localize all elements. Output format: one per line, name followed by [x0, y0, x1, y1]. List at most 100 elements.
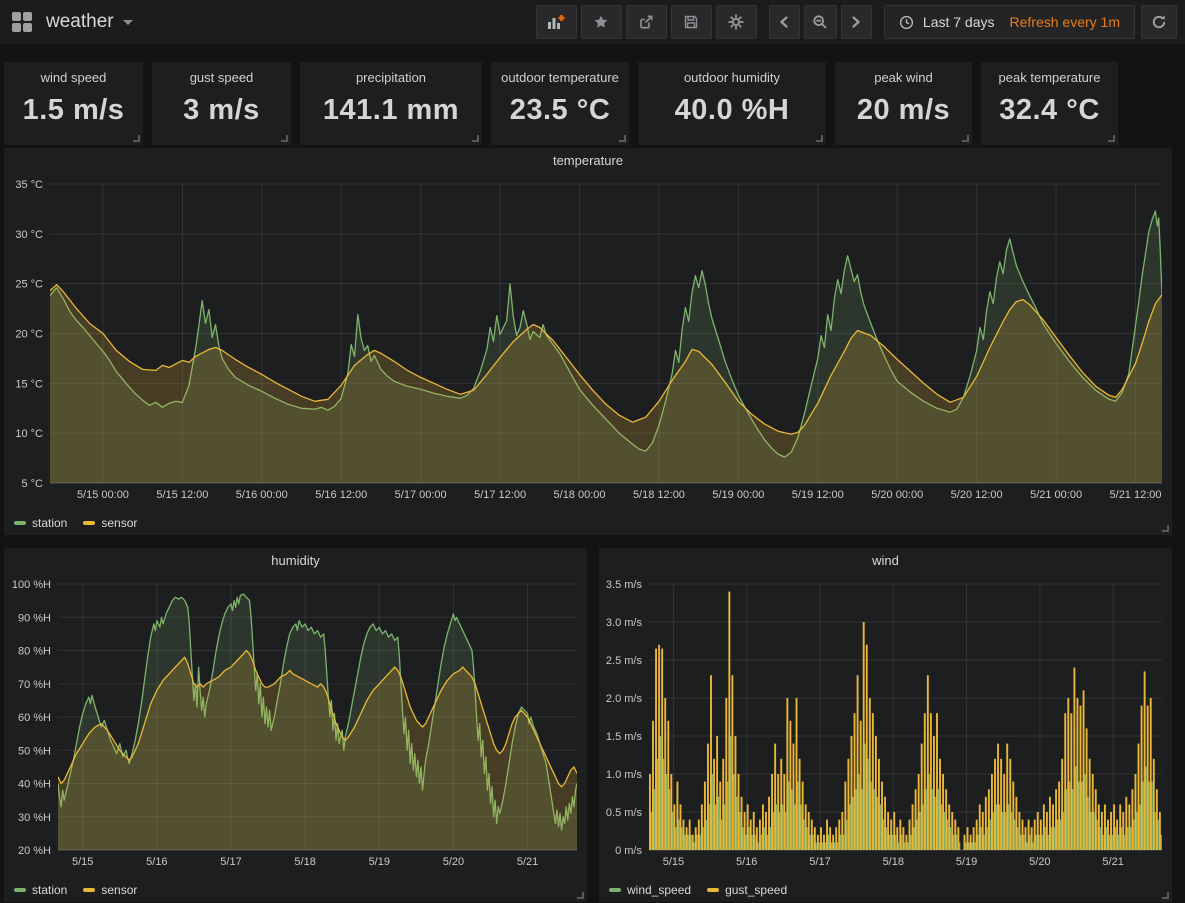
legend-dash: [707, 888, 719, 892]
svg-text:1.5 m/s: 1.5 m/s: [606, 731, 643, 743]
svg-text:40 %H: 40 %H: [18, 779, 51, 791]
time-forward-button[interactable]: [841, 5, 872, 39]
panel-resize-handle[interactable]: [962, 135, 969, 142]
refresh-interval-label: Refresh every 1m: [1010, 14, 1120, 30]
svg-text:2.0 m/s: 2.0 m/s: [606, 693, 643, 705]
stat-title: wind speed: [4, 70, 143, 85]
wind-panel-title[interactable]: wind: [599, 548, 1172, 574]
svg-text:5/20 12:00: 5/20 12:00: [951, 489, 1003, 501]
svg-text:5/15 00:00: 5/15 00:00: [77, 489, 129, 501]
stat-panel-gust-speed[interactable]: gust speed 3 m/s: [152, 62, 291, 145]
humidity-chart[interactable]: 5/155/165/175/185/195/205/2120 %H30 %H40…: [4, 574, 587, 872]
svg-text:5/21: 5/21: [517, 856, 538, 868]
svg-text:60 %H: 60 %H: [18, 712, 51, 724]
star-button[interactable]: [581, 5, 622, 39]
legend-label: gust_speed: [725, 883, 787, 897]
panel-resize-handle[interactable]: [281, 135, 288, 142]
legend-item-wind_speed[interactable]: wind_speed: [609, 883, 691, 897]
legend-label: sensor: [101, 883, 137, 897]
grafana-logo[interactable]: [12, 12, 32, 32]
svg-text:5/15: 5/15: [663, 856, 684, 868]
panel-resize-handle[interactable]: [619, 135, 626, 142]
svg-text:50 %H: 50 %H: [18, 745, 51, 757]
stat-title: gust speed: [152, 70, 291, 85]
dashboard-title[interactable]: weather: [46, 11, 114, 33]
svg-text:35 °C: 35 °C: [15, 179, 43, 191]
panel-resize-handle[interactable]: [133, 135, 140, 142]
stat-panel-precipitation[interactable]: precipitation 141.1 mm: [300, 62, 482, 145]
svg-text:10 °C: 10 °C: [15, 428, 43, 440]
panel-resize-handle[interactable]: [472, 135, 479, 142]
svg-text:5/21: 5/21: [1102, 856, 1123, 868]
navbar: weather: [0, 0, 1185, 45]
svg-text:20 °C: 20 °C: [15, 329, 43, 341]
stat-panel-outdoor-temperature[interactable]: outdoor temperature 23.5 °C: [491, 62, 629, 145]
legend-item-station[interactable]: station: [14, 883, 67, 897]
clock-icon: [899, 15, 914, 30]
svg-text:80 %H: 80 %H: [18, 646, 51, 658]
svg-text:3.5 m/s: 3.5 m/s: [606, 579, 643, 591]
svg-text:5/16 00:00: 5/16 00:00: [236, 489, 288, 501]
legend-item-sensor[interactable]: sensor: [83, 516, 137, 530]
legend-item-station[interactable]: station: [14, 516, 67, 530]
stat-value: 32.4 °C: [981, 94, 1118, 127]
zoom-out-button[interactable]: [804, 5, 837, 39]
stat-value: 3 m/s: [152, 94, 291, 127]
share-button[interactable]: [626, 5, 667, 39]
svg-text:0.5 m/s: 0.5 m/s: [606, 807, 643, 819]
legend-dash: [83, 521, 95, 525]
svg-text:5/18 00:00: 5/18 00:00: [554, 489, 606, 501]
stat-title: outdoor temperature: [491, 70, 629, 85]
chevron-down-icon[interactable]: [123, 20, 133, 25]
add-panel-button[interactable]: [536, 5, 577, 39]
panel-resize-handle[interactable]: [1108, 135, 1115, 142]
panel-resize-handle[interactable]: [1162, 892, 1169, 899]
panel-resize-handle[interactable]: [1162, 525, 1169, 532]
svg-text:5/17 12:00: 5/17 12:00: [474, 489, 526, 501]
svg-text:5/20: 5/20: [1029, 856, 1050, 868]
refresh-button[interactable]: [1141, 5, 1177, 39]
humidity-panel-title[interactable]: humidity: [4, 548, 587, 574]
svg-text:70 %H: 70 %H: [18, 679, 51, 691]
star-icon: [593, 14, 609, 30]
svg-text:5/19 12:00: 5/19 12:00: [792, 489, 844, 501]
temperature-panel-title[interactable]: temperature: [4, 148, 1172, 174]
time-range-picker[interactable]: Last 7 days Refresh every 1m: [884, 5, 1135, 39]
time-back-button[interactable]: [769, 5, 800, 39]
panel-resize-handle[interactable]: [816, 135, 823, 142]
temperature-legend: station sensor: [14, 516, 137, 530]
legend-dash: [83, 888, 95, 892]
temperature-panel: temperature 5/15 00:005/15 12:005/16 00:…: [4, 148, 1172, 535]
panel-resize-handle[interactable]: [577, 892, 584, 899]
stat-panel-peak-temperature[interactable]: peak temperature 32.4 °C: [981, 62, 1118, 145]
stat-panel-wind-speed[interactable]: wind speed 1.5 m/s: [4, 62, 143, 145]
stat-title: outdoor humidity: [638, 70, 826, 85]
svg-text:90 %H: 90 %H: [18, 612, 51, 624]
chevron-left-icon: [778, 15, 790, 29]
legend-label: sensor: [101, 516, 137, 530]
svg-text:5/19 00:00: 5/19 00:00: [712, 489, 764, 501]
svg-text:5/16: 5/16: [736, 856, 757, 868]
svg-text:20 %H: 20 %H: [18, 845, 51, 857]
legend-dash: [14, 521, 26, 525]
stat-title: peak wind: [835, 70, 972, 85]
gear-icon: [728, 14, 744, 30]
svg-text:30 °C: 30 °C: [15, 229, 43, 241]
stat-panel-peak-wind[interactable]: peak wind 20 m/s: [835, 62, 972, 145]
legend-item-gust_speed[interactable]: gust_speed: [707, 883, 787, 897]
svg-text:5/17: 5/17: [809, 856, 830, 868]
legend-item-sensor[interactable]: sensor: [83, 883, 137, 897]
bottom-row: humidity 5/155/165/175/185/195/205/2120 …: [4, 548, 1172, 902]
settings-button[interactable]: [716, 5, 757, 39]
temperature-chart[interactable]: 5/15 00:005/15 12:005/16 00:005/16 12:00…: [4, 174, 1172, 505]
share-icon: [638, 14, 654, 30]
svg-text:100 %H: 100 %H: [12, 579, 51, 591]
wind-panel: wind 5/155/165/175/185/195/205/210 m/s0.…: [599, 548, 1172, 902]
stat-row: wind speed 1.5 m/s gust speed 3 m/s prec…: [4, 62, 1172, 145]
wind-chart[interactable]: 5/155/165/175/185/195/205/210 m/s0.5 m/s…: [599, 574, 1172, 872]
save-button[interactable]: [671, 5, 712, 39]
stat-panel-outdoor-humidity[interactable]: outdoor humidity 40.0 %H: [638, 62, 826, 145]
svg-text:5/21 12:00: 5/21 12:00: [1110, 489, 1162, 501]
svg-text:3.0 m/s: 3.0 m/s: [606, 617, 643, 629]
svg-text:15 °C: 15 °C: [15, 378, 43, 390]
